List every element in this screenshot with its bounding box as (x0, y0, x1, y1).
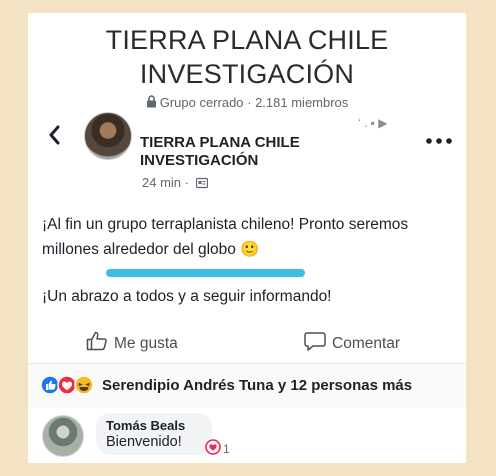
group-avatar[interactable] (84, 112, 132, 160)
post-paragraph-2: ¡Un abrazo a todos y a seguir informando… (42, 288, 332, 305)
love-reaction-icon (57, 375, 77, 395)
faint-header-text: ‘ . ▪ ▶ (358, 116, 388, 130)
reactions-bar[interactable]: Serendipio Andrés Tuna y 12 personas más (28, 363, 466, 408)
reaction-icons (40, 375, 98, 395)
comment-icon (304, 331, 326, 356)
comment-reactions[interactable]: 1 (205, 439, 230, 458)
smile-emoji-icon: 🙂 (240, 241, 260, 258)
post-paragraph-1: ¡Al fin un grupo terraplanista chileno! … (42, 212, 452, 262)
post-card: TIERRA PLANA CHILE INVESTIGACIÓN Grupo c… (28, 13, 466, 463)
heart-icon (205, 439, 221, 458)
post-author-line2: INVESTIGACIÓN (140, 152, 259, 169)
comment-author[interactable]: Tomás Beals (106, 418, 185, 433)
post-author-line1: TIERRA PLANA CHILE (140, 134, 300, 151)
post-paragraph-1-line2: millones alrededor del globo (42, 241, 236, 258)
reaction-summary[interactable]: Serendipio Andrés Tuna y 12 personas más (102, 377, 412, 394)
group-title-line2: INVESTIGACIÓN (139, 59, 355, 89)
thumbs-up-icon (86, 331, 108, 356)
like-button[interactable]: Me gusta (86, 331, 178, 356)
lock-icon (146, 95, 157, 111)
comment-text: Bienvenido! (106, 434, 182, 450)
comment-button[interactable]: Comentar (304, 331, 400, 356)
comment: Tomás Beals Bienvenido! 1 (28, 408, 466, 463)
back-icon[interactable] (48, 125, 60, 151)
group-title[interactable]: TIERRA PLANA CHILE INVESTIGACIÓN (28, 23, 466, 91)
group-meta-text: Grupo cerrado · 2.181 miembros (159, 95, 349, 110)
like-label: Me gusta (114, 334, 178, 352)
group-title-line1: TIERRA PLANA CHILE (105, 25, 389, 55)
highlight-underline (106, 269, 305, 277)
post-body: ¡Al fin un grupo terraplanista chileno! … (42, 212, 452, 309)
post-timestamp[interactable]: 24 min · (142, 175, 208, 192)
comment-label: Comentar (332, 334, 401, 352)
post-paragraph-1-line1: ¡Al fin un grupo terraplanista chileno! … (42, 216, 409, 233)
haha-reaction-icon (74, 375, 94, 395)
group-meta: Grupo cerrado · 2.181 miembros (28, 95, 466, 111)
post-time-text: 24 min · (142, 175, 189, 190)
more-options-icon[interactable] (426, 125, 452, 151)
commenter-avatar[interactable] (42, 415, 84, 457)
comment-like-count: 1 (223, 441, 230, 456)
comment-bubble: Tomás Beals Bienvenido! (96, 413, 212, 455)
post-author[interactable]: TIERRA PLANA CHILE INVESTIGACIÓN (140, 134, 360, 170)
audience-icon (195, 177, 208, 192)
like-reaction-icon (40, 375, 60, 395)
post-actions: Me gusta Comentar (28, 325, 466, 359)
